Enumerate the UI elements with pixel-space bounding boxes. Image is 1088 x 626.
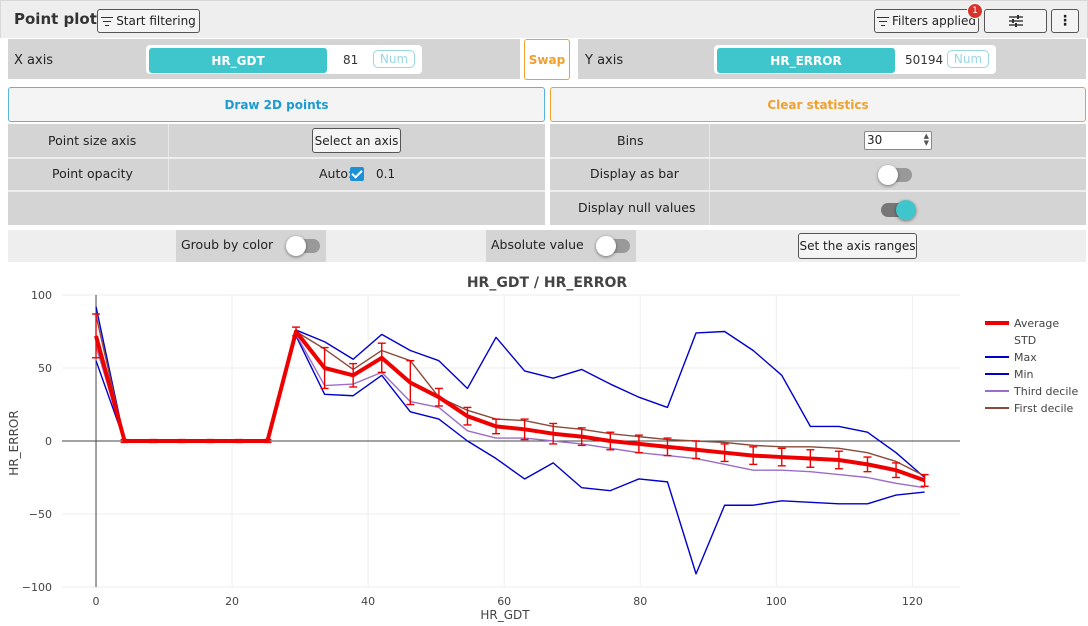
point-opacity-label: Point opacity — [52, 166, 133, 181]
legend-item-first-decile: First decile — [985, 402, 1074, 415]
point-plot-chart[interactable]: 0 20 40 60 80 100 120 −100 −50 0 50 100 HR_GDT / HR_… — [0, 262, 1088, 626]
y-axis-count: 50194 — [905, 53, 944, 67]
chart-title: HR_GDT / HR_ERROR — [467, 275, 628, 291]
x-axis-field-selector[interactable]: HR_GDT 81 Num — [146, 45, 422, 74]
set-axis-ranges-button[interactable]: Set the axis ranges — [798, 233, 917, 259]
x-tick-label: 80 — [633, 595, 647, 608]
sliders-icon — [1008, 15, 1023, 27]
legend-label: STD — [1014, 334, 1036, 347]
x-tick-label: 40 — [361, 595, 375, 608]
y-tick-label: 100 — [31, 289, 52, 302]
opacity-auto-checkbox[interactable] — [350, 167, 364, 181]
y-tick-label: −100 — [22, 581, 52, 594]
legend-item-third-decile: Third decile — [985, 385, 1078, 398]
opacity-auto-label: Auto: — [319, 166, 353, 181]
x-tick-label: 0 — [93, 595, 100, 608]
kebab-icon: ⋮ — [1058, 13, 1072, 29]
y-axis-field-selector[interactable]: HR_ERROR 50194 Num — [714, 45, 996, 74]
y-tick-label: −50 — [29, 508, 52, 521]
group-by-color-box: Groub by color — [176, 230, 326, 262]
point-settings-panel: Point size axis Select an axis Point opa… — [8, 124, 545, 225]
point-size-axis-label: Point size axis — [48, 133, 137, 148]
legend-item-min: Min — [985, 368, 1034, 381]
y-axis-field[interactable]: HR_ERROR — [717, 48, 895, 73]
y-tick-label: 0 — [45, 435, 52, 448]
draw-2d-points-button[interactable]: Draw 2D points — [8, 87, 545, 122]
clear-statistics-button[interactable]: Clear statistics — [550, 87, 1086, 122]
spinner-arrows-icon[interactable]: ▲ ▼ — [924, 133, 929, 147]
group-by-color-toggle[interactable] — [286, 236, 320, 256]
x-axis-field[interactable]: HR_GDT — [149, 48, 327, 73]
filters-count-badge: 1 — [967, 3, 983, 19]
display-as-bar-toggle[interactable] — [878, 165, 912, 185]
y-axis-title: HR_ERROR — [7, 410, 21, 475]
swap-button[interactable]: Swap — [524, 39, 570, 80]
legend-label: Third decile — [1013, 385, 1078, 398]
legend-item-std: STD — [1014, 334, 1036, 347]
filters-applied-button[interactable]: Filters applied — [874, 9, 979, 33]
x-tick-label: 120 — [902, 595, 923, 608]
y-axis-type: Num — [947, 50, 989, 68]
page-title: Point plot — [14, 10, 97, 28]
group-by-color-label: Groub by color — [181, 237, 274, 252]
x-axis-panel: X axis HR_GDT 81 Num — [8, 39, 520, 79]
y-axis-panel: Y axis HR_ERROR 50194 Num — [578, 39, 1086, 79]
start-filtering-label: Start filtering — [116, 14, 196, 28]
absolute-value-box: Absolute value — [486, 230, 636, 262]
legend-label: Min — [1014, 368, 1034, 381]
bins-value: 30 — [867, 133, 883, 147]
filter-icon — [101, 16, 114, 26]
min-line — [95, 335, 925, 575]
chart-area: 0 20 40 60 80 100 120 −100 −50 0 50 100 HR_GDT / HR_… — [0, 262, 1088, 626]
first-decile-line — [95, 315, 925, 477]
statistics-settings-panel: Bins Display as bar Display null values — [550, 124, 1086, 225]
legend-label: Average — [1014, 317, 1059, 330]
x-tick-label: 20 — [225, 595, 239, 608]
x-axis-type: Num — [373, 50, 415, 68]
legend-label: First decile — [1014, 402, 1074, 415]
filter-icon — [876, 16, 889, 26]
y-axis-label: Y axis — [585, 53, 624, 68]
opacity-value: 0.1 — [376, 167, 396, 181]
legend-label: Max — [1014, 351, 1037, 364]
third-decile-line — [95, 333, 925, 489]
filters-applied-label: Filters applied — [891, 14, 977, 28]
display-null-values-label: Display null values — [578, 200, 696, 215]
options-row: Groub by color Absolute value Set the ax… — [8, 230, 1086, 262]
settings-sliders-button[interactable] — [984, 9, 1047, 33]
toolbar: Point plot Start filtering Filters appli… — [0, 0, 1088, 38]
bins-input[interactable]: 30 ▲ ▼ — [864, 131, 932, 150]
x-axis-label: X axis — [14, 53, 54, 68]
absolute-value-label: Absolute value — [491, 237, 584, 252]
start-filtering-button[interactable]: Start filtering — [97, 9, 200, 33]
more-options-button[interactable]: ⋮ — [1051, 9, 1079, 33]
bins-label: Bins — [617, 133, 644, 148]
display-null-values-toggle[interactable] — [881, 200, 916, 220]
legend-item-max: Max — [985, 351, 1037, 364]
max-line — [95, 306, 926, 479]
absolute-value-toggle[interactable] — [596, 236, 630, 256]
y-tick-label: 50 — [38, 362, 52, 375]
x-axis-title: HR_GDT — [480, 608, 530, 622]
x-tick-label: 100 — [766, 595, 787, 608]
select-axis-button[interactable]: Select an axis — [312, 128, 401, 153]
legend-item-average: Average — [985, 317, 1059, 330]
display-as-bar-label: Display as bar — [590, 166, 679, 181]
axis-selector-row: X axis HR_GDT 81 Num Swap Y axis HR_ERRO… — [0, 38, 1088, 82]
x-tick-label: 60 — [497, 595, 511, 608]
x-axis-count: 81 — [343, 53, 359, 67]
